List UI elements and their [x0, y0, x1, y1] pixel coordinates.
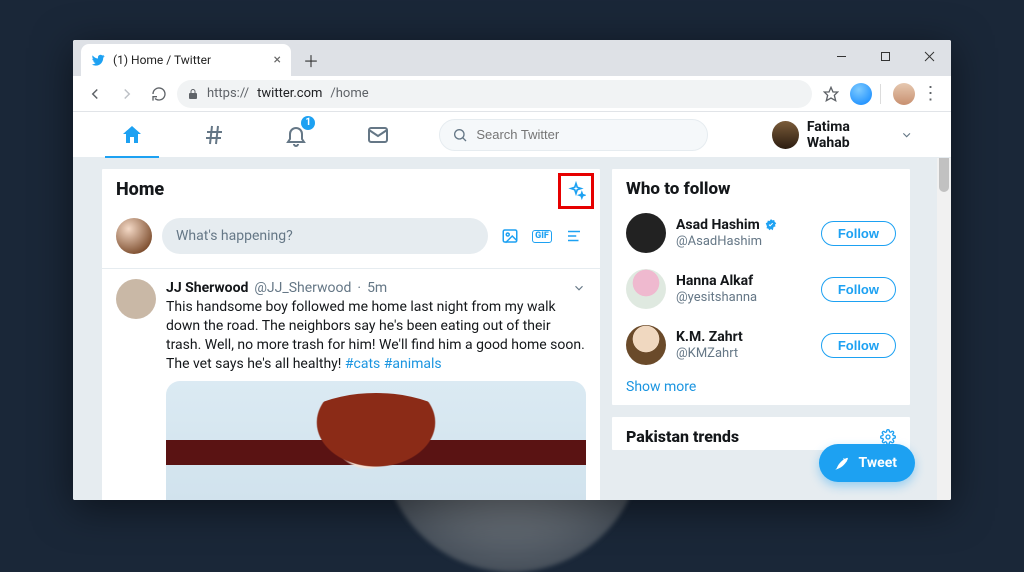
user-avatar: [626, 213, 666, 253]
trends-settings-icon[interactable]: [880, 429, 896, 445]
url-domain: twitter.com: [257, 86, 322, 101]
account-switcher[interactable]: Fatima Wahab: [772, 119, 913, 151]
compose-media-icons: GIF: [498, 224, 586, 248]
tweet-author-name[interactable]: JJ Sherwood: [166, 279, 248, 298]
nav-explore[interactable]: [193, 112, 235, 158]
hash-icon: [202, 123, 226, 147]
nav-messages[interactable]: [357, 112, 399, 158]
suggested-user[interactable]: Hanna Alkaf @yesitshanna Follow: [626, 261, 896, 317]
chevron-down-icon: [900, 128, 913, 142]
user-name: Hanna Alkaf: [676, 273, 757, 290]
user-avatar: [626, 269, 666, 309]
follow-button[interactable]: Follow: [821, 221, 896, 246]
forward-button[interactable]: [113, 80, 141, 108]
compose-avatar: [116, 218, 152, 254]
envelope-icon: [366, 123, 390, 147]
separator: [880, 84, 881, 104]
user-name: K.M. Zahrt: [676, 329, 743, 346]
page-content: 1 Fatima Wahab Home: [73, 112, 951, 500]
notification-badge: 1: [301, 116, 315, 130]
timeline-title: Home: [116, 179, 164, 200]
tweet-author-handle[interactable]: @JJ_Sherwood: [254, 279, 351, 298]
home-icon: [120, 123, 144, 147]
browser-tab-active[interactable]: (1) Home / Twitter ×: [81, 44, 291, 76]
add-gif-icon[interactable]: GIF: [530, 224, 554, 248]
suggested-user[interactable]: Asad Hashim @AsadHashim Follow: [626, 205, 896, 261]
user-avatar: [626, 325, 666, 365]
tweet-body: JJ Sherwood @JJ_Sherwood · 5m This hands…: [166, 279, 586, 500]
back-button[interactable]: [81, 80, 109, 108]
nav-notifications[interactable]: 1: [275, 112, 317, 158]
tab-strip: (1) Home / Twitter × ＋: [73, 40, 951, 76]
add-image-icon[interactable]: [498, 224, 522, 248]
user-handle: @AsadHashim: [676, 234, 778, 250]
account-name: Fatima Wahab: [807, 119, 892, 151]
feather-icon: [833, 454, 851, 472]
reload-button[interactable]: [145, 80, 173, 108]
browser-menu-button[interactable]: ⋮: [919, 83, 943, 104]
account-avatar: [772, 121, 799, 149]
search-box[interactable]: [439, 119, 708, 151]
trends-title: Pakistan trends: [626, 427, 739, 446]
browser-window: (1) Home / Twitter × ＋ https:// twitter.c…: [73, 40, 951, 500]
bookmark-star-icon[interactable]: [820, 83, 842, 105]
suggested-user[interactable]: K.M. Zahrt @KMZahrt Follow: [626, 317, 896, 373]
compose-tweet-fab[interactable]: Tweet: [819, 444, 915, 482]
extension-icon[interactable]: [850, 83, 872, 105]
url-path: /home: [330, 86, 368, 101]
window-maximize-button[interactable]: [863, 40, 907, 72]
tweet-header: JJ Sherwood @JJ_Sherwood · 5m: [166, 279, 586, 298]
tweet-menu-caret[interactable]: [572, 281, 586, 295]
follow-button[interactable]: Follow: [821, 333, 896, 358]
lock-icon: [187, 88, 199, 100]
tab-title: (1) Home / Twitter: [113, 53, 211, 67]
fab-label: Tweet: [859, 455, 897, 471]
tweet-text: This handsome boy followed me home last …: [166, 298, 586, 374]
profile-avatar-icon[interactable]: [893, 83, 915, 105]
user-handle: @KMZahrt: [676, 346, 743, 362]
who-to-follow-card: Who to follow Asad Hashim @AsadHashim Fo…: [611, 168, 911, 406]
add-poll-icon[interactable]: [562, 224, 586, 248]
twitter-top-nav: 1 Fatima Wahab: [73, 112, 951, 158]
tweet[interactable]: JJ Sherwood @JJ_Sherwood · 5m This hands…: [102, 269, 600, 500]
tweet-hashtags[interactable]: #cats #animals: [345, 356, 442, 372]
window-controls: [819, 40, 951, 72]
window-minimize-button[interactable]: [819, 40, 863, 72]
search-icon: [452, 127, 468, 143]
compose-input[interactable]: What's happening?: [162, 218, 488, 254]
tweet-timestamp[interactable]: 5m: [367, 279, 387, 298]
url-scheme: https://: [207, 86, 249, 101]
compose-box: What's happening? GIF: [102, 210, 600, 269]
tweet-avatar[interactable]: [116, 279, 156, 319]
omnibox[interactable]: https:// twitter.com/home: [177, 80, 812, 108]
timeline-header: Home: [102, 169, 600, 210]
who-to-follow-title: Who to follow: [626, 179, 896, 199]
tweet-sep: ·: [357, 279, 361, 298]
user-handle: @yesitshanna: [676, 290, 757, 306]
top-tweets-toggle[interactable]: [558, 173, 594, 209]
follow-button[interactable]: Follow: [821, 277, 896, 302]
show-more-link[interactable]: Show more: [626, 373, 696, 395]
new-tab-button[interactable]: ＋: [297, 46, 325, 74]
window-close-button[interactable]: [907, 40, 951, 72]
nav-home[interactable]: [111, 112, 153, 158]
tweet-image[interactable]: [166, 381, 586, 500]
twitter-favicon: [91, 53, 105, 67]
sparkle-icon: [566, 181, 586, 201]
columns: Home What's happening?: [73, 158, 951, 500]
search-input[interactable]: [476, 127, 695, 142]
tab-close-icon[interactable]: ×: [274, 52, 281, 68]
address-bar: https:// twitter.com/home ⋮: [73, 76, 951, 112]
user-name: Asad Hashim: [676, 217, 778, 234]
timeline-column: Home What's happening?: [101, 168, 601, 500]
verified-icon: [764, 218, 778, 232]
compose-placeholder: What's happening?: [176, 228, 293, 244]
